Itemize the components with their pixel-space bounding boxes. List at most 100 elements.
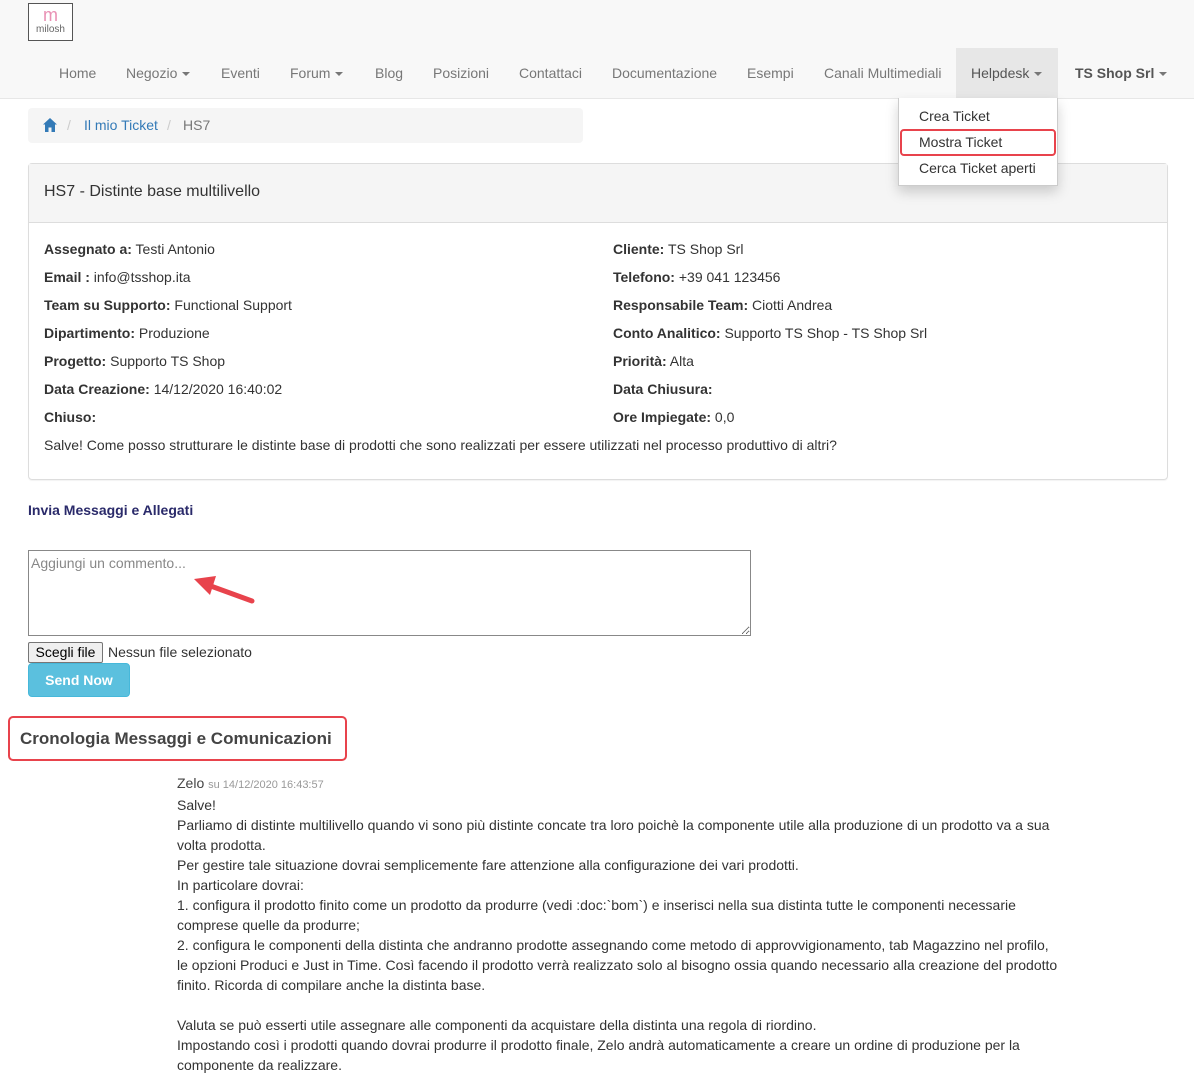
field-priority: Priorità: Alta — [613, 353, 694, 369]
breadcrumb-separator: / — [167, 117, 171, 133]
nav-esempi[interactable]: Esempi — [732, 48, 809, 98]
highlight-annotation — [900, 129, 1056, 156]
field-created-date: Data Creazione: 14/12/2020 16:40:02 — [44, 381, 282, 397]
field-value: Produzione — [135, 325, 210, 341]
nav-contattaci[interactable]: Contattaci — [504, 48, 597, 98]
navbar: m milosh Home Negozio Eventi Forum Blog … — [0, 0, 1194, 99]
choose-file-button[interactable]: Scegli file — [28, 642, 103, 663]
field-support-team: Team su Supporto: Functional Support — [44, 297, 292, 313]
field-value: Supporto TS Shop - TS Shop Srl — [720, 325, 928, 341]
field-value: Functional Support — [170, 297, 292, 313]
nav-label: Blog — [375, 65, 404, 81]
field-label: Ore Impiegate: — [613, 409, 712, 425]
field-label: Assegnato a: — [44, 241, 132, 257]
site-logo[interactable]: m milosh — [28, 3, 73, 41]
nav-eventi[interactable]: Eventi — [206, 48, 275, 98]
nav-label: Documentazione — [612, 65, 718, 81]
field-value: +39 041 123456 — [674, 269, 781, 285]
nav-label: TS Shop Srl — [1075, 65, 1155, 81]
comment-textarea[interactable] — [28, 550, 751, 636]
compose-section-label: Invia Messaggi e Allegati — [28, 502, 194, 518]
caret-down-icon — [1159, 72, 1168, 77]
field-closed-date: Data Chiusura: — [613, 381, 713, 397]
home-icon[interactable] — [42, 117, 58, 133]
nav-label: Posizioni — [433, 65, 490, 81]
history-title: Cronologia Messaggi e Comunicazioni — [20, 729, 332, 748]
field-label: Data Chiusura: — [613, 381, 713, 397]
send-now-button[interactable]: Send Now — [28, 663, 130, 697]
field-email: Email : info@tsshop.ita — [44, 269, 191, 285]
ticket-title: HS7 - Distinte base multilivello — [44, 183, 261, 200]
field-project: Progetto: Supporto TS Shop — [44, 353, 225, 369]
field-label: Telefono: — [613, 269, 675, 285]
logo-mark: m — [43, 5, 58, 25]
nav-documentazione[interactable]: Documentazione — [597, 48, 732, 98]
file-status-text: Nessun file selezionato — [108, 644, 252, 660]
message-line: finito. Ricorda di compilare anche la di… — [177, 977, 486, 993]
nav-posizioni[interactable]: Posizioni — [418, 48, 504, 98]
message-line: componente da realizzare. — [177, 1057, 342, 1073]
nav-account[interactable]: TS Shop Srl — [1060, 48, 1182, 98]
message-line: le opzioni Produci e Just in Time. Così … — [177, 957, 1058, 973]
field-value: TS Shop Srl — [664, 241, 744, 257]
field-analytic-account: Conto Analitico: Supporto TS Shop - TS S… — [613, 325, 927, 341]
nav-negozio[interactable]: Negozio — [111, 48, 205, 98]
nav-canali-multimediali[interactable]: Canali Multimediali — [809, 48, 957, 98]
field-value: 0,0 — [711, 409, 735, 425]
breadcrumb-current: HS7 — [183, 117, 211, 133]
nav-label: Helpdesk — [971, 65, 1030, 81]
caret-down-icon — [182, 72, 191, 77]
message-timestamp: su 14/12/2020 16:43:57 — [208, 779, 324, 791]
nav-label: Forum — [290, 65, 331, 81]
nav-blog[interactable]: Blog — [360, 48, 418, 98]
ticket-panel: HS7 - Distinte base multilivello Assegna… — [28, 163, 1168, 480]
field-closed: Chiuso: — [44, 409, 96, 425]
field-label: Data Creazione: — [44, 381, 150, 397]
field-label: Progetto: — [44, 353, 107, 369]
message-line: 2. configura le componenti della distint… — [177, 937, 1049, 953]
field-customer: Cliente: TS Shop Srl — [613, 241, 743, 257]
nav-forum[interactable]: Forum — [275, 48, 358, 98]
nav-home[interactable]: Home — [44, 48, 111, 98]
message-header: Zelo su 14/12/2020 16:43:57 — [177, 775, 324, 791]
dropdown-item-cerca-ticket-aperti[interactable]: Cerca Ticket aperti — [899, 155, 1057, 181]
field-label: Team su Supporto: — [44, 297, 171, 313]
message-line: 1. configura il prodotto finito come un … — [177, 897, 1016, 913]
field-phone: Telefono: +39 041 123456 — [613, 269, 780, 285]
field-team-lead: Responsabile Team: Ciotti Andrea — [613, 297, 832, 313]
nav-label: Contattaci — [519, 65, 583, 81]
nav-label: Canali Multimediali — [824, 65, 942, 81]
field-label: Chiuso: — [44, 409, 97, 425]
message-author: Zelo — [177, 775, 205, 791]
caret-down-icon — [335, 72, 344, 77]
dropdown-item-crea-ticket[interactable]: Crea Ticket — [899, 103, 1057, 129]
field-hours-spent: Ore Impiegate: 0,0 — [613, 409, 734, 425]
field-assigned-to: Assegnato a: Testi Antonio — [44, 241, 215, 257]
message-line: Parliamo di distinte multilivello quando… — [177, 817, 1050, 833]
field-department: Dipartimento: Produzione — [44, 325, 210, 341]
breadcrumb: / Il mio Ticket / HS7 — [28, 108, 583, 143]
field-label: Priorità: — [613, 353, 667, 369]
breadcrumb-link-my-tickets[interactable]: Il mio Ticket — [84, 117, 158, 133]
field-value: Ciotti Andrea — [748, 297, 833, 313]
field-label: Dipartimento: — [44, 325, 135, 341]
ticket-description: Salve! Come posso strutturare le distint… — [44, 437, 837, 453]
breadcrumb-separator: / — [67, 117, 71, 133]
field-label: Responsabile Team: — [613, 297, 749, 313]
logo-wordmark: milosh — [36, 24, 65, 35]
nav-helpdesk[interactable]: Helpdesk — [956, 48, 1058, 98]
message-line: Valuta se può esserti utile assegnare al… — [177, 1017, 817, 1033]
field-label: Email : — [44, 269, 90, 285]
field-value: info@tsshop.ita — [89, 269, 191, 285]
message-line: In particolare dovrai: — [177, 877, 304, 893]
field-value: Testi Antonio — [131, 241, 215, 257]
nav-label: Esempi — [747, 65, 794, 81]
nav-label: Eventi — [221, 65, 260, 81]
arrow-annotation-icon — [194, 576, 255, 604]
field-label: Cliente: — [613, 241, 665, 257]
field-label: Conto Analitico: — [613, 325, 721, 341]
message-line: Salve! — [177, 797, 216, 813]
field-value: 14/12/2020 16:40:02 — [149, 381, 283, 397]
nav-label: Negozio — [126, 65, 178, 81]
message-line: comprese quelle da produrre; — [177, 917, 360, 933]
